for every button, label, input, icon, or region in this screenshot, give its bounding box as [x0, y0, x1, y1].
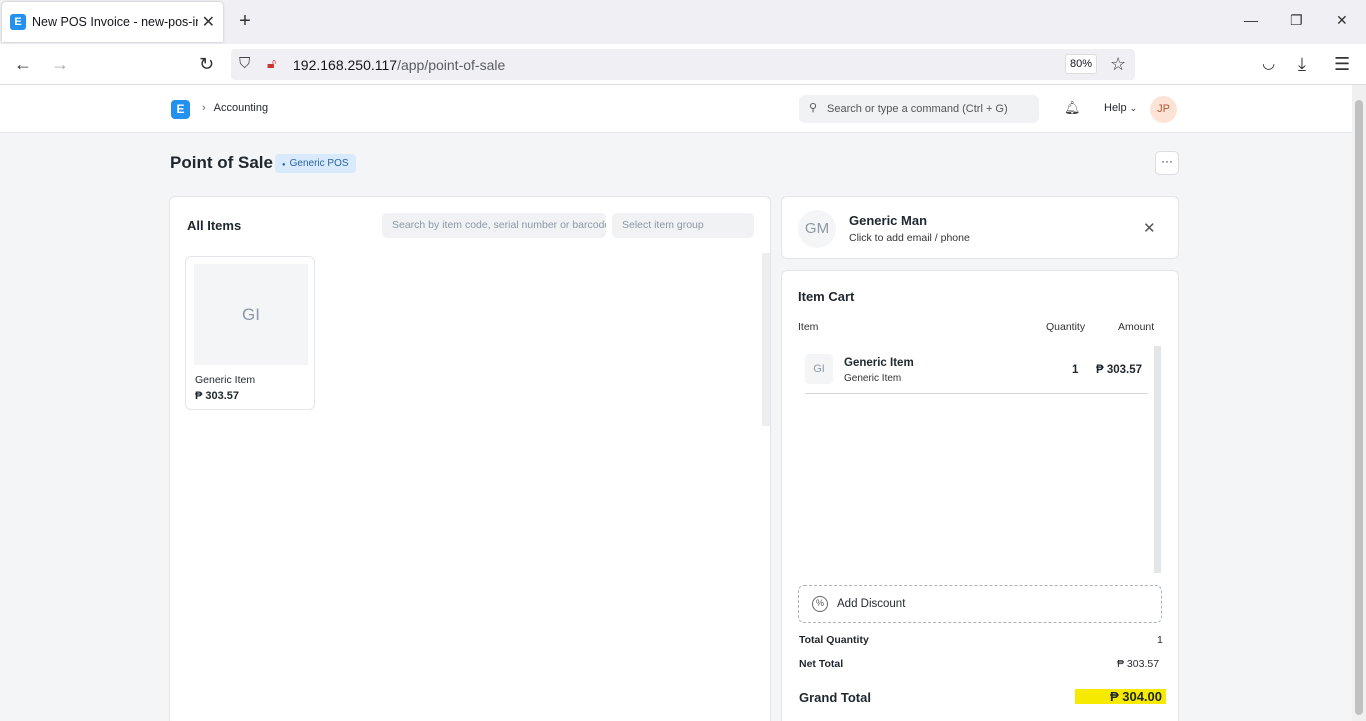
net-total-value: ₱ 303.57	[1117, 658, 1160, 670]
item-price: ₱ 303.57	[195, 390, 240, 402]
total-quantity-label: Total Quantity	[799, 634, 869, 646]
shield-icon[interactable]: ⛉	[239, 55, 250, 72]
customer-section[interactable]	[781, 196, 1179, 259]
url-path: /app/point-of-sale	[397, 57, 506, 73]
breadcrumb-accounting[interactable]: Accounting	[214, 102, 268, 114]
customer-name: Generic Man	[849, 213, 928, 228]
items-title: All Items	[187, 218, 242, 233]
download-icon[interactable]: ⤓	[1298, 54, 1306, 75]
customer-avatar: GM	[798, 210, 836, 248]
remove-customer-icon[interactable]: ✕	[1143, 219, 1156, 237]
cart-header-quantity: Quantity	[1046, 321, 1086, 333]
items-scrollbar[interactable]	[762, 253, 770, 426]
more-actions-button[interactable]: ···	[1155, 151, 1179, 175]
notification-bell-icon[interactable]: 🔔︎	[1064, 100, 1081, 116]
back-icon[interactable]: ←	[14, 54, 32, 75]
item-image-placeholder[interactable]: GI	[194, 264, 308, 365]
insecure-lock-icon[interactable]: 🔓︎	[267, 55, 276, 72]
cart-header-amount: Amount	[1118, 321, 1155, 333]
url-text[interactable]: 192.168.250.117/app/point-of-sale	[293, 57, 505, 73]
total-quantity-value: 1	[1157, 634, 1163, 646]
cart-item-name[interactable]: Generic Item	[844, 357, 914, 369]
chevron-down-icon: ⌄	[1129, 103, 1138, 113]
cart-row-divider	[805, 393, 1148, 394]
forward-icon[interactable]: →	[51, 54, 69, 75]
net-total-label: Net Total	[799, 658, 844, 670]
bookmark-star-icon[interactable]: ☆	[1110, 54, 1126, 75]
minimize-icon[interactable]: —	[1244, 12, 1258, 28]
zoom-indicator[interactable]: 80%	[1065, 54, 1097, 74]
chevron-right-icon: ›	[202, 102, 206, 114]
breadcrumb[interactable]: › Accounting	[202, 102, 268, 114]
help-dropdown[interactable]: Help ⌄	[1104, 102, 1137, 114]
search-icon: ⚲	[809, 102, 818, 114]
user-avatar[interactable]: JP	[1150, 96, 1177, 123]
cart-header-item: Item	[798, 321, 819, 333]
item-group-select[interactable]: Select item group	[612, 213, 754, 238]
page-scrollbar-thumb[interactable]	[1355, 100, 1363, 715]
favicon-icon: E	[10, 14, 26, 30]
add-discount-label: Add Discount	[837, 598, 906, 610]
url-host: 192.168.250.117	[293, 57, 398, 73]
reload-icon[interactable]: ↻	[199, 54, 214, 75]
item-name: Generic Item	[195, 374, 256, 386]
discount-percent-icon: %	[812, 596, 828, 612]
cart-item-qty[interactable]: 1	[1072, 364, 1078, 376]
cart-scrollbar[interactable]	[1154, 346, 1161, 573]
menu-icon[interactable]: ☰	[1334, 54, 1350, 75]
cart-item-amount: ₱ 303.57	[1096, 364, 1143, 376]
help-label: Help	[1104, 102, 1127, 114]
pos-profile-badge: ● Generic POS	[275, 154, 356, 173]
customer-contact-prompt[interactable]: Click to add email / phone	[849, 232, 970, 244]
tab-title: New POS Invoice - new-pos-inv	[32, 15, 198, 29]
browser-tab[interactable]: E New POS Invoice - new-pos-inv ✕	[2, 2, 223, 42]
cart-section	[781, 270, 1179, 721]
page-title: Point of Sale	[170, 153, 273, 172]
app-logo[interactable]: E	[171, 100, 190, 119]
badge-label: Generic POS	[289, 158, 349, 169]
cart-title: Item Cart	[798, 289, 855, 304]
close-window-icon[interactable]: ✕	[1336, 12, 1348, 29]
dot-icon: ●	[282, 162, 286, 168]
cart-item-description: Generic Item	[844, 373, 902, 384]
grand-total-label: Grand Total	[799, 690, 871, 705]
pocket-icon[interactable]: ◡	[1262, 54, 1275, 72]
restore-icon[interactable]: ❐	[1290, 12, 1303, 29]
new-tab-icon[interactable]: +	[233, 10, 257, 33]
close-tab-icon[interactable]: ✕	[202, 12, 215, 32]
grand-total-value: ₱ 304.00	[1075, 689, 1166, 704]
item-search-input[interactable]: Search by item code, serial number or ba…	[382, 213, 606, 238]
awesomebar-search-input[interactable]: Search or type a command (Ctrl + G)	[799, 95, 1039, 123]
cart-item-image[interactable]: GI	[805, 354, 833, 384]
